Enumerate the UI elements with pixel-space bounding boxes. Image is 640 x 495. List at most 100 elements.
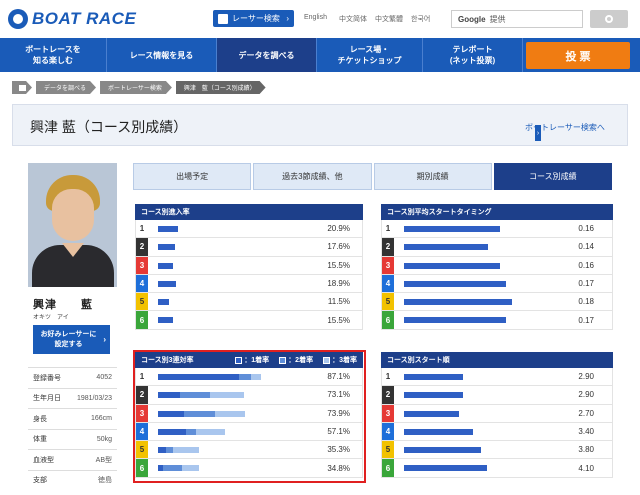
bar <box>158 226 178 232</box>
panel-title: コース別進入率 <box>135 204 363 220</box>
value-cell: 11.5% <box>327 297 350 307</box>
racer-search-button[interactable]: レーサー検索 › <box>213 10 294 27</box>
value-cell: 17.6% <box>327 242 350 252</box>
bar-cell <box>148 238 318 255</box>
table-row: 1 2.90 <box>381 368 613 387</box>
bar-cell <box>148 311 318 328</box>
bar <box>158 262 173 269</box>
panel-title: コース別スタート順 <box>381 352 613 368</box>
chevron-right-icon: › <box>535 125 541 141</box>
racer-name: 興津 藍 <box>33 299 93 311</box>
lang-ko[interactable]: 한국어 <box>411 14 430 24</box>
bar <box>404 262 500 269</box>
racer-tabs: 出場予定 過去3節成績、他 期別成績 コース別成績 <box>133 163 612 190</box>
value-cell: 0.17 <box>578 315 594 325</box>
lang-zh-tw[interactable]: 中文繁體 <box>375 14 403 24</box>
search-button[interactable] <box>590 10 628 28</box>
table-row: 5 11.5% <box>135 293 363 312</box>
table-row: 3 0.16 <box>381 256 613 275</box>
favorite-button-label: お好みレーサーに 設定する <box>40 330 97 348</box>
lane-number: 6 <box>136 311 148 329</box>
table-row: 2 17.6% <box>135 238 363 257</box>
bar-cell <box>394 441 568 458</box>
boat-race-logo[interactable]: BOAT RACE <box>8 8 136 30</box>
chevron-right-icon: › <box>103 335 106 344</box>
course-entry-rows: 1 20.9% 2 17.6% 3 15.5% 4 18.9% 5 11.5% 6 15.5% <box>135 220 363 330</box>
profile-row: 生年月日 1981/03/23 <box>28 387 117 409</box>
lane-number: 1 <box>382 220 394 238</box>
lang-english[interactable]: English <box>304 14 327 21</box>
bar <box>404 410 459 417</box>
racer-icon <box>218 13 228 24</box>
breadcrumb-home[interactable] <box>12 81 32 94</box>
lane-number: 2 <box>382 238 394 256</box>
racer-photo <box>28 163 117 287</box>
value-cell: 4.10 <box>578 463 594 473</box>
set-favorite-racer-button[interactable]: お好みレーサーに 設定する › <box>33 325 110 354</box>
lane-number: 6 <box>382 311 394 329</box>
lane-number: 3 <box>382 256 394 274</box>
bar-cell <box>394 275 568 292</box>
lane-number: 5 <box>382 293 394 311</box>
table-row: 6 0.17 <box>381 311 613 330</box>
profile-row: 体重 50kg <box>28 428 117 450</box>
bar <box>404 226 500 232</box>
bar <box>404 465 488 472</box>
avg-start-rows: 1 0.16 2 0.14 3 0.16 4 0.17 5 0.18 6 0.17 <box>381 220 613 330</box>
bar <box>404 244 488 251</box>
breadcrumb-racer-search[interactable]: ボートレーサー検索 <box>100 81 172 94</box>
search-input[interactable]: Google 提供 <box>451 10 583 28</box>
vote-button[interactable]: 投 票 <box>526 42 630 69</box>
racer-kana: オキツ アイ <box>33 315 69 321</box>
avg-start-panel: コース別平均スタートタイミング 1 0.16 2 0.14 3 0.16 4 0.17 5 0.1… <box>381 204 613 330</box>
back-to-racer-search-link[interactable]: › ボートレーサー検索へ <box>525 119 605 141</box>
lang-zh-cn[interactable]: 中文简体 <box>339 14 367 24</box>
logo-text: BOAT RACE <box>32 9 137 28</box>
bar <box>404 447 482 454</box>
bar-cell <box>394 220 568 237</box>
search-brand: Google <box>458 14 486 24</box>
bar <box>158 244 175 251</box>
value-cell: 18.9% <box>327 279 350 289</box>
table-row: 2 0.14 <box>381 238 613 257</box>
course-entry-panel: コース別進入率 1 20.9% 2 17.6% 3 15.5% 4 18.9% 5 11.5% 6 1… <box>135 204 363 330</box>
nav-data[interactable]: データを調べる <box>217 38 317 72</box>
breadcrumb-data[interactable]: データを調べる <box>36 81 96 94</box>
tab-recent-results[interactable]: 過去3節成績、他 <box>253 163 372 190</box>
nav-race-info[interactable]: レース情報を見る <box>107 38 217 72</box>
table-row: 3 2.70 <box>381 404 613 423</box>
bar <box>158 280 176 287</box>
value-cell: 0.18 <box>578 297 594 307</box>
tab-schedule[interactable]: 出場予定 <box>133 163 252 190</box>
bar-cell <box>394 459 568 476</box>
top-bar: BOAT RACE レーサー検索 › English 中文简体 中文繁體 한국어… <box>0 0 640 38</box>
bar-cell <box>394 257 568 274</box>
chevron-right-icon: › <box>286 14 289 23</box>
nav-teleboat[interactable]: テレボート (ネット投票) <box>423 38 523 72</box>
bar <box>404 392 463 399</box>
nav-learn[interactable]: ボートレースを 知る楽しむ <box>0 38 107 72</box>
home-icon <box>19 85 26 91</box>
tab-course-results[interactable]: コース別成績 <box>493 163 612 190</box>
bar-cell <box>394 423 568 440</box>
lane-number: 2 <box>382 386 394 404</box>
lane-number: 4 <box>136 274 148 293</box>
value-cell: 15.5% <box>327 315 350 325</box>
value-cell: 3.40 <box>578 427 594 437</box>
tab-period-results[interactable]: 期別成績 <box>373 163 492 190</box>
value-cell: 2.90 <box>578 390 594 400</box>
breadcrumb-current: 興津 藍（コース別成績） <box>176 81 266 94</box>
bar-cell <box>148 275 318 292</box>
table-row: 5 0.18 <box>381 293 613 312</box>
lane-number: 1 <box>136 220 148 238</box>
lane-number: 5 <box>136 293 148 311</box>
bar-cell <box>148 220 318 237</box>
bar-cell <box>148 257 318 274</box>
value-cell: 20.9% <box>327 224 350 234</box>
nav-venues[interactable]: レース場・ チケットショップ <box>317 38 423 72</box>
bar-cell <box>394 311 568 328</box>
value-cell: 0.16 <box>578 260 594 270</box>
bar <box>404 428 474 435</box>
lane-number: 4 <box>382 274 394 293</box>
lane-number: 4 <box>382 422 394 441</box>
